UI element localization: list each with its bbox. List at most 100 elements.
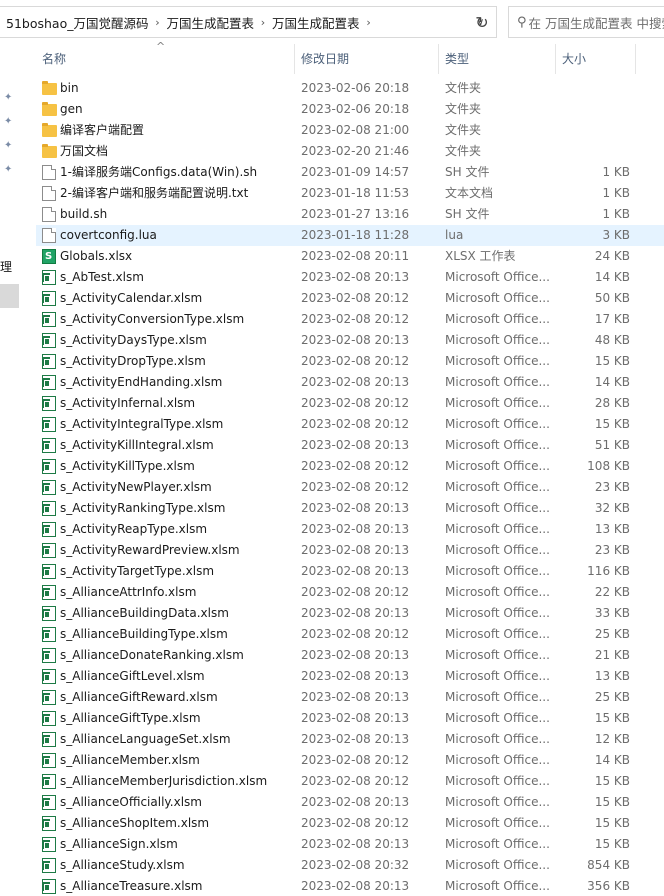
- breadcrumb-item-parent[interactable]: 万国生成配置表: [164, 13, 256, 32]
- excel-icon: [42, 354, 56, 369]
- nav-item-label[interactable]: 管理: [0, 258, 12, 275]
- file-row[interactable]: s_AllianceStudy.xlsm 2023-02-08 20:32 Micr…: [36, 855, 664, 876]
- file-name: s_ActivityTargetType.xlsm: [60, 564, 215, 578]
- file-size: 32 KB: [594, 501, 630, 515]
- excel-icon: [42, 375, 56, 390]
- pin-icon[interactable]: ✦: [4, 116, 16, 128]
- file-row[interactable]: s_AllianceTreasure.xlsm 2023-02-08 20:13 M…: [36, 876, 664, 896]
- search-box[interactable]: ⚲ 在 万国生成配置表 中搜索: [508, 6, 664, 38]
- file-row[interactable]: s_ActivityKillIntegral.xlsm 2023-02-08 20…: [36, 435, 664, 456]
- file-type: Microsoft Office...: [445, 522, 550, 536]
- file-date: 2023-02-08 20:13: [301, 606, 410, 620]
- pin-icon[interactable]: ✦: [4, 92, 16, 104]
- file-row[interactable]: s_AllianceSign.xlsm 2023-02-08 20:13 Micro…: [36, 834, 664, 855]
- excel-icon: [42, 270, 56, 285]
- navigation-pane: ✦ ✦ ✦ ✦ 管理: [0, 44, 19, 896]
- excel-icon: [42, 333, 56, 348]
- file-type: SH 文件: [445, 165, 490, 179]
- nav-item-selected[interactable]: [0, 284, 19, 308]
- file-row[interactable]: s_AllianceAttrInfo.xlsm 2023-02-08 20:12 M…: [36, 582, 664, 603]
- file-row[interactable]: s_ActivityCalendar.xlsm 2023-02-08 20:12 M…: [36, 288, 664, 309]
- file-row[interactable]: Globals.xlsx 2023-02-08 20:11 XLSX 工作表 24 K…: [36, 246, 664, 267]
- file-row[interactable]: s_AllianceGiftLevel.xlsm 2023-02-08 20:13…: [36, 666, 664, 687]
- file-row[interactable]: s_ActivityTargetType.xlsm 2023-02-08 20:1…: [36, 561, 664, 582]
- file-row[interactable]: s_AllianceGiftReward.xlsm 2023-02-08 20:1…: [36, 687, 664, 708]
- file-row[interactable]: 1-编译服务端Configs.data(Win).sh 2023-01-09 14…: [36, 162, 664, 183]
- folder-icon: [42, 144, 57, 158]
- file-row[interactable]: build.sh 2023-01-27 13:16 SH 文件 1 KB: [36, 204, 664, 225]
- file-date: 2023-02-08 20:13: [301, 501, 410, 515]
- file-row[interactable]: s_AllianceGiftType.xlsm 2023-02-08 20:13 M…: [36, 708, 664, 729]
- column-header-date[interactable]: 修改日期: [295, 44, 439, 74]
- file-row[interactable]: gen 2023-02-06 20:18 文件夹: [36, 99, 664, 120]
- chevron-right-icon[interactable]: ›: [256, 16, 270, 29]
- excel-icon: [42, 438, 56, 453]
- file-size: 25 KB: [594, 627, 630, 641]
- chevron-right-icon[interactable]: ›: [150, 16, 164, 29]
- excel-icon: [42, 774, 56, 789]
- excel-icon: [42, 585, 56, 600]
- pin-icon[interactable]: ✦: [4, 164, 16, 176]
- file-type: 文件夹: [445, 102, 482, 116]
- file-type: Microsoft Office...: [445, 396, 550, 410]
- file-row[interactable]: s_ActivityNewPlayer.xlsm 2023-02-08 20:12…: [36, 477, 664, 498]
- search-placeholder[interactable]: 在 万国生成配置表 中搜索: [529, 13, 664, 32]
- file-name: s_ActivityConversionType.xlsm: [60, 312, 245, 326]
- file-name: s_ActivityEndHanding.xlsm: [60, 375, 223, 389]
- file-date: 2023-02-08 20:12: [301, 627, 410, 641]
- file-type: Microsoft Office...: [445, 333, 550, 347]
- file-row[interactable]: s_AllianceShopItem.xlsm 2023-02-08 20:12 M…: [36, 813, 664, 834]
- file-row[interactable]: s_ActivityDaysType.xlsm 2023-02-08 20:13 M…: [36, 330, 664, 351]
- file-date: 2023-02-06 20:18: [301, 81, 410, 95]
- file-row[interactable]: s_AbTest.xlsm 2023-02-08 20:13 Microsoft O…: [36, 267, 664, 288]
- file-type: Microsoft Office...: [445, 606, 550, 620]
- excel-icon: [42, 312, 56, 327]
- file-row[interactable]: 2-编译客户端和服务端配置说明.txt 2023-01-18 11:53 文本文档 1…: [36, 183, 664, 204]
- file-row[interactable]: bin 2023-02-06 20:18 文件夹: [36, 78, 664, 99]
- file-type: Microsoft Office...: [445, 711, 550, 725]
- file-row[interactable]: s_ActivityEndHanding.xlsm 2023-02-08 20:1…: [36, 372, 664, 393]
- file-row[interactable]: s_ActivityRankingType.xlsm 2023-02-08 20:…: [36, 498, 664, 519]
- file-size: 15 KB: [594, 795, 630, 809]
- file-size: 13 KB: [594, 669, 630, 683]
- file-row[interactable]: 编译客户端配置 2023-02-08 21:00 文件夹: [36, 120, 664, 141]
- file-size: 23 KB: [594, 543, 630, 557]
- column-header-type[interactable]: 类型: [439, 44, 556, 74]
- file-type: Microsoft Office...: [445, 501, 550, 515]
- file-row[interactable]: s_AllianceOfficially.xlsm 2023-02-08 20:1…: [36, 792, 664, 813]
- breadcrumb-item-current[interactable]: 万国生成配置表: [270, 13, 362, 32]
- file-type: Microsoft Office...: [445, 480, 550, 494]
- file-name: gen: [60, 102, 83, 116]
- file-row[interactable]: s_AllianceDonateRanking.xlsm 2023-02-08 2…: [36, 645, 664, 666]
- file-row[interactable]: s_ActivityInfernal.xlsm 2023-02-08 20:12 M…: [36, 393, 664, 414]
- file-date: 2023-02-08 20:13: [301, 690, 410, 704]
- file-row[interactable]: s_AllianceBuildingData.xlsm 2023-02-08 20…: [36, 603, 664, 624]
- file-row[interactable]: s_ActivityIntegralType.xlsm 2023-02-08 20…: [36, 414, 664, 435]
- file-size: 854 KB: [587, 858, 630, 872]
- file-size: 14 KB: [594, 375, 630, 389]
- file-date: 2023-02-08 20:32: [301, 858, 410, 872]
- breadcrumb-item-root[interactable]: 51boshao_万国觉醒源码: [4, 13, 150, 32]
- file-type: Microsoft Office...: [445, 585, 550, 599]
- file-date: 2023-02-08 20:12: [301, 396, 410, 410]
- file-row[interactable]: covertconfig.lua 2023-01-18 11:28 lua 3 KB: [36, 225, 664, 246]
- pin-icon[interactable]: ✦: [4, 140, 16, 152]
- file-row[interactable]: s_AllianceBuildingType.xlsm 2023-02-08 20…: [36, 624, 664, 645]
- excel-icon: [42, 459, 56, 474]
- file-row[interactable]: s_ActivityDropType.xlsm 2023-02-08 20:12 M…: [36, 351, 664, 372]
- column-header-name[interactable]: 名称: [36, 44, 295, 74]
- excel-icon: [42, 669, 56, 684]
- file-row[interactable]: 万国文档 2023-02-20 21:46 文件夹: [36, 141, 664, 162]
- file-row[interactable]: s_ActivityKillType.xlsm 2023-02-08 20:12 M…: [36, 456, 664, 477]
- file-row[interactable]: s_AllianceMemberJurisdiction.xlsm 2023-02…: [36, 771, 664, 792]
- refresh-icon[interactable]: ↻: [467, 7, 497, 37]
- file-row[interactable]: s_AllianceLanguageSet.xlsm 2023-02-08 20:…: [36, 729, 664, 750]
- chevron-right-icon[interactable]: ›: [362, 16, 376, 29]
- file-row[interactable]: s_ActivityConversionType.xlsm 2023-02-08 …: [36, 309, 664, 330]
- address-bar[interactable]: 51boshao_万国觉醒源码 › 万国生成配置表 › 万国生成配置表 › ∨: [0, 6, 497, 38]
- file-row[interactable]: s_AllianceMember.xlsm 2023-02-08 20:12 Mic…: [36, 750, 664, 771]
- file-size: 15 KB: [594, 711, 630, 725]
- file-row[interactable]: s_ActivityReapType.xlsm 2023-02-08 20:13 M…: [36, 519, 664, 540]
- column-header-size[interactable]: 大小: [556, 44, 636, 74]
- file-row[interactable]: s_ActivityRewardPreview.xlsm 2023-02-08 2…: [36, 540, 664, 561]
